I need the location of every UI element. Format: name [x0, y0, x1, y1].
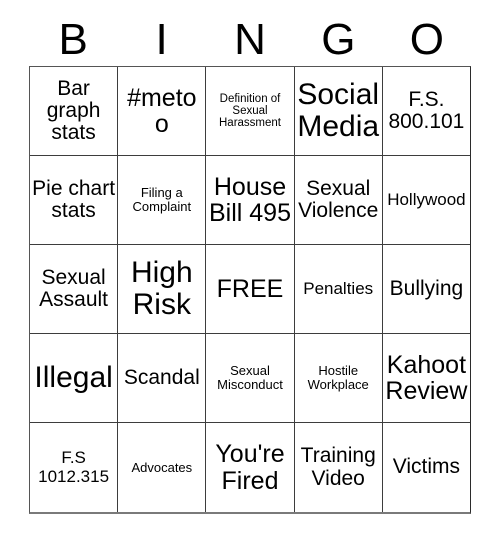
- bingo-header-row: B I N G O: [29, 14, 471, 66]
- bingo-header-letter-g: G: [321, 15, 356, 64]
- bingo-cell-o3[interactable]: Bullying: [382, 245, 471, 334]
- bingo-cell-label: #metoo: [127, 83, 197, 138]
- bingo-cell-label: Illegal: [34, 361, 113, 395]
- bingo-cell-n1[interactable]: Definition of Sexual Harassment: [206, 67, 295, 156]
- bingo-cell-b3[interactable]: Sexual Assault: [30, 245, 119, 334]
- bingo-cell-g2[interactable]: Sexual Violence: [294, 156, 383, 245]
- bingo-cell-label: Victims: [392, 455, 461, 479]
- bingo-cell-o2[interactable]: Hollywood: [382, 156, 471, 245]
- bingo-cell-n2[interactable]: House Bill 495: [206, 156, 295, 245]
- bingo-row: Pie chart stats Filing a Complaint House…: [30, 156, 471, 245]
- bingo-cell-label: Hostile Workplace: [307, 363, 369, 392]
- bingo-cell-label: Bar graph stats: [46, 76, 101, 145]
- bingo-cell-label: FREE: [216, 274, 284, 303]
- bingo-cell-label: Training Video: [300, 444, 376, 490]
- bingo-cell-label: Bullying: [389, 276, 464, 300]
- bingo-cell-label: Sexual Assault: [39, 265, 109, 311]
- bingo-header-letter-b: B: [58, 15, 88, 64]
- bingo-cell-label: Hollywood: [387, 189, 466, 209]
- bingo-cell-label: Social Media: [297, 78, 380, 143]
- bingo-cell-label: F.S 1012.315: [38, 448, 110, 486]
- bingo-row: Sexual Assault High Risk FREE Penalties …: [30, 245, 471, 334]
- bingo-cell-n4[interactable]: Sexual Misconduct: [206, 334, 295, 423]
- bingo-header-letter-n: N: [234, 15, 266, 64]
- bingo-cell-i5[interactable]: Advocates: [118, 423, 207, 512]
- bingo-cell-b4[interactable]: Illegal: [30, 334, 119, 423]
- bingo-cell-i3[interactable]: High Risk: [118, 245, 207, 334]
- bingo-cell-b2[interactable]: Pie chart stats: [30, 156, 119, 245]
- bingo-cell-g5[interactable]: Training Video: [294, 423, 383, 512]
- bingo-cell-n5[interactable]: You're Fired: [206, 423, 295, 512]
- bingo-cell-label: Kahoot Review: [385, 350, 468, 405]
- bingo-row: F.S 1012.315 Advocates You're Fired Trai…: [30, 423, 471, 512]
- bingo-header-letter-i: I: [155, 15, 168, 64]
- bingo-cell-g4[interactable]: Hostile Workplace: [294, 334, 383, 423]
- bingo-cell-o4[interactable]: Kahoot Review: [382, 334, 471, 423]
- bingo-cell-i2[interactable]: Filing a Complaint: [118, 156, 207, 245]
- bingo-cell-label: F.S. 800.101: [388, 87, 465, 133]
- bingo-cell-g1[interactable]: Social Media: [294, 67, 383, 156]
- bingo-cell-b5[interactable]: F.S 1012.315: [30, 423, 119, 512]
- bingo-cell-label: Advocates: [131, 459, 193, 475]
- bingo-cell-label: Definition of Sexual Harassment: [219, 92, 281, 130]
- bingo-cell-label: Scandal: [123, 365, 200, 389]
- bingo-row: Illegal Scandal Sexual Misconduct Hostil…: [30, 334, 471, 423]
- bingo-cell-o1[interactable]: F.S. 800.101: [382, 67, 471, 156]
- bingo-card: B I N G O Bar graph stats #metoo Definit…: [0, 0, 500, 544]
- bingo-cell-label: High Risk: [130, 256, 193, 321]
- bingo-cell-g3[interactable]: Penalties: [294, 245, 383, 334]
- bingo-cell-label: Pie chart stats: [32, 176, 116, 222]
- bingo-grid: Bar graph stats #metoo Definition of Sex…: [29, 66, 471, 514]
- bingo-cell-i1[interactable]: #metoo: [118, 67, 207, 156]
- bingo-header-letter-o: O: [409, 15, 444, 64]
- bingo-cell-label: House Bill 495: [209, 172, 291, 227]
- bingo-cell-free-space[interactable]: FREE: [206, 245, 295, 334]
- bingo-cell-label: Sexual Misconduct: [217, 363, 283, 392]
- bingo-row: Bar graph stats #metoo Definition of Sex…: [30, 67, 471, 156]
- bingo-cell-label: Filing a Complaint: [132, 185, 192, 214]
- bingo-cell-b1[interactable]: Bar graph stats: [30, 67, 119, 156]
- bingo-cell-label: Penalties: [303, 278, 374, 298]
- bingo-cell-label: You're Fired: [215, 440, 285, 495]
- bingo-cell-i4[interactable]: Scandal: [118, 334, 207, 423]
- bingo-cell-o5[interactable]: Victims: [382, 423, 471, 512]
- bingo-cell-label: Sexual Violence: [298, 176, 379, 222]
